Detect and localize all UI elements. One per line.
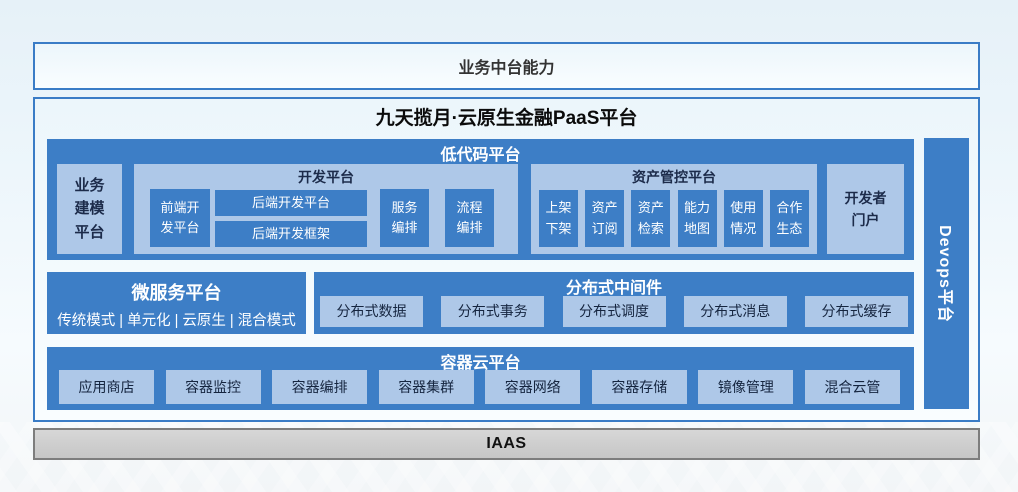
cc-item-image-management: 镜像管理 — [698, 370, 793, 404]
middleware-item-scheduling: 分布式调度 — [563, 296, 666, 327]
container-cloud-items: 应用商店 容器监控 容器编排 容器集群 容器网络 容器存储 镜像管理 混合云管 — [59, 370, 900, 404]
paas-platform-box: 九天揽月·云原生金融PaaS平台 低代码平台 业务建模平台 开发平台 前端开发平… — [33, 97, 980, 422]
asset-control-platform-title: 资产管控平台 — [531, 167, 817, 187]
frontend-dev-platform: 前端开发平台 — [150, 189, 210, 247]
paas-platform-title: 九天揽月·云原生金融PaaS平台 — [35, 103, 978, 130]
business-middle-platform-label: 业务中台能力 — [458, 54, 554, 78]
backend-dev-framework: 后端开发框架 — [215, 221, 367, 247]
asset-item-usage: 使用情况 — [724, 190, 763, 247]
asset-control-items: 上架下架 资产订阅 资产检索 能力地图 使用情况 合作生态 — [539, 190, 809, 247]
asset-item-subscription: 资产订阅 — [585, 190, 624, 247]
cc-item-cluster: 容器集群 — [379, 370, 474, 404]
middleware-items: 分布式数据 分布式事务 分布式调度 分布式消息 分布式缓存 — [320, 296, 908, 327]
cc-item-app-store: 应用商店 — [59, 370, 154, 404]
devops-platform-bar: Devops平台 — [924, 138, 969, 409]
lowcode-platform-title: 低代码平台 — [47, 141, 914, 165]
cc-item-hybrid-cloud: 混合云管 — [805, 370, 900, 404]
backend-stack: 后端开发平台 后端开发框架 — [215, 190, 367, 247]
container-cloud-platform-box: 容器云平台 应用商店 容器监控 容器编排 容器集群 容器网络 容器存储 镜像管理… — [47, 347, 914, 410]
cc-item-orchestration: 容器编排 — [272, 370, 367, 404]
iaas-label: IAAS — [486, 435, 526, 453]
cc-item-network: 容器网络 — [485, 370, 580, 404]
middleware-item-messaging: 分布式消息 — [684, 296, 787, 327]
iaas-bar: IAAS — [33, 428, 980, 460]
service-orchestration: 服务编排 — [380, 189, 429, 247]
backend-dev-platform: 后端开发平台 — [215, 190, 367, 216]
middleware-item-cache: 分布式缓存 — [805, 296, 908, 327]
business-modeling-platform: 业务建模平台 — [57, 164, 122, 254]
middleware-item-transaction: 分布式事务 — [441, 296, 544, 327]
devops-platform-label: Devops平台 — [935, 225, 959, 323]
asset-item-ecosystem: 合作生态 — [770, 190, 809, 247]
business-middle-platform-box: 业务中台能力 — [33, 42, 980, 90]
lowcode-platform-box: 低代码平台 业务建模平台 开发平台 前端开发平台 后端开发平台 后端开发框架 服… — [47, 139, 914, 260]
asset-control-platform-group: 资产管控平台 上架下架 资产订阅 资产检索 能力地图 使用情况 合作生态 — [531, 164, 817, 254]
asset-item-capability-map: 能力地图 — [678, 190, 717, 247]
distributed-middleware-box: 分布式中间件 分布式数据 分布式事务 分布式调度 分布式消息 分布式缓存 — [314, 272, 914, 334]
middleware-item-data: 分布式数据 — [320, 296, 423, 327]
microservice-platform-box: 微服务平台 传统模式 | 单元化 | 云原生 | 混合模式 — [47, 272, 306, 334]
architecture-diagram: 业务中台能力 九天揽月·云原生金融PaaS平台 低代码平台 业务建模平台 开发平… — [0, 0, 1018, 492]
asset-item-search: 资产检索 — [631, 190, 670, 247]
asset-item-listing: 上架下架 — [539, 190, 578, 247]
cc-item-monitoring: 容器监控 — [166, 370, 261, 404]
distributed-middleware-title: 分布式中间件 — [314, 274, 914, 298]
process-orchestration: 流程编排 — [445, 189, 494, 247]
dev-platform-title: 开发平台 — [134, 167, 518, 187]
developer-portal: 开发者门户 — [827, 164, 904, 254]
microservice-platform-modes: 传统模式 | 单元化 | 云原生 | 混合模式 — [47, 309, 306, 330]
dev-platform-group: 开发平台 前端开发平台 后端开发平台 后端开发框架 服务编排 流程编排 — [134, 164, 518, 254]
cc-item-storage: 容器存储 — [592, 370, 687, 404]
microservice-platform-title: 微服务平台 — [47, 279, 306, 305]
